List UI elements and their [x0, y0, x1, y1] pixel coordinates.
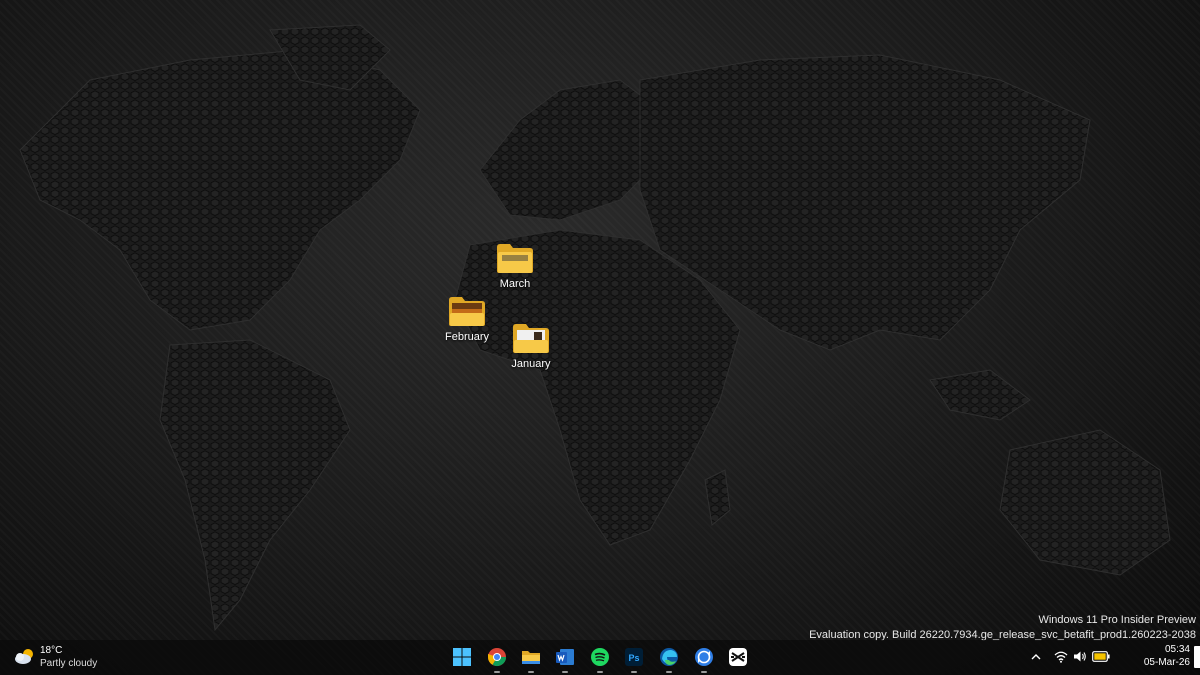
running-indicator	[701, 671, 707, 673]
start-button[interactable]	[449, 644, 475, 670]
watermark-line-1: Windows 11 Pro Insider Preview	[1038, 614, 1196, 626]
capcut-app[interactable]	[725, 644, 751, 670]
clock[interactable]: 05:34 05-Mar-26	[1144, 643, 1190, 669]
weather-temperature: 18°C	[40, 645, 63, 656]
weather-condition: Partly cloudy	[40, 658, 98, 669]
photoshop-app[interactable]: Ps	[621, 644, 647, 673]
folder-icon	[449, 297, 485, 326]
running-indicator	[666, 671, 672, 673]
chevron-up-icon[interactable]	[1030, 651, 1042, 663]
edge-icon	[660, 648, 678, 666]
running-indicator	[597, 671, 603, 673]
sync-icon	[695, 648, 713, 666]
taskbar: 18°C Partly cloudy Ps 05:34 05-Mar-26	[0, 640, 1200, 675]
folder-label: January	[511, 358, 551, 370]
spotify-icon	[591, 648, 609, 666]
running-indicator	[494, 671, 500, 673]
notification-icon[interactable]	[1194, 646, 1200, 668]
chrome-app[interactable]	[484, 644, 510, 673]
folder-march[interactable]: March	[475, 242, 555, 290]
windows-logo-icon	[453, 648, 471, 666]
word-icon	[556, 649, 574, 665]
svg-text:Ps: Ps	[628, 653, 639, 663]
folder-icon	[522, 651, 540, 664]
partly-cloudy-icon	[15, 649, 33, 664]
photoshop-icon: Ps	[625, 648, 643, 666]
windows-evaluation-watermark: Windows 11 Pro Insider Preview Evaluatio…	[809, 613, 1196, 643]
folder-label: February	[444, 331, 490, 343]
world-map-wallpaper	[19, 24, 1171, 632]
clock-date: 05-Mar-26	[1143, 657, 1190, 668]
clock-time: 05:34	[1164, 644, 1190, 655]
running-indicator	[528, 671, 534, 673]
wifi-icon[interactable]	[1054, 650, 1068, 663]
volume-icon[interactable]	[1073, 650, 1087, 663]
folder-icon	[513, 324, 549, 353]
chrome-icon	[488, 648, 506, 667]
running-indicator	[562, 671, 568, 673]
edge-app[interactable]	[656, 644, 682, 673]
battery-icon[interactable]	[1092, 651, 1110, 662]
desktop-background: March February January Windows 11 Pro In…	[0, 0, 1200, 675]
running-indicator	[631, 671, 637, 673]
capcut-icon	[729, 648, 747, 666]
system-tray	[1026, 640, 1116, 675]
word-app[interactable]	[552, 644, 578, 673]
sync-app[interactable]	[691, 644, 717, 673]
folder-label: March	[499, 278, 531, 290]
folder-january[interactable]: January	[491, 322, 571, 370]
file-explorer-app[interactable]	[518, 644, 544, 673]
spotify-app[interactable]	[587, 644, 613, 673]
folder-icon	[497, 244, 533, 273]
